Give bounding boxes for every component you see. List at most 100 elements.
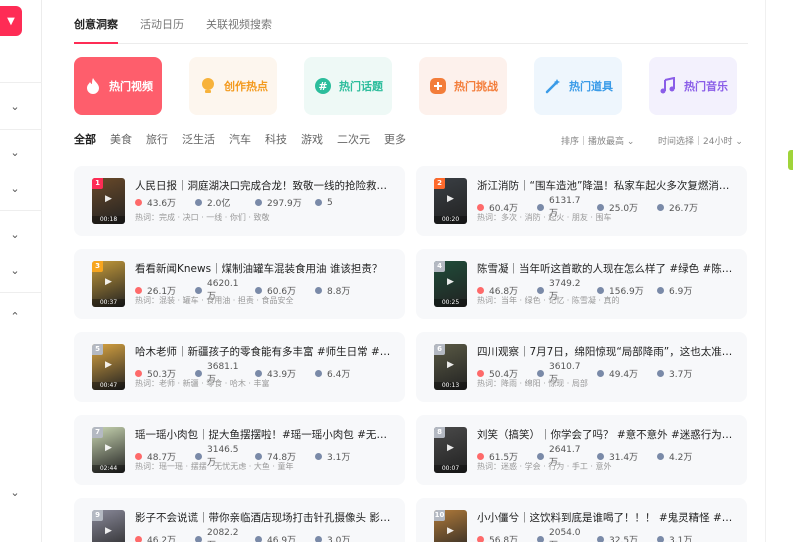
video-thumbnail[interactable]: 2 ▶ 00:20 <box>434 178 467 224</box>
chevron-down-icon[interactable]: ⌄ <box>8 486 22 500</box>
comment-icon <box>255 199 262 206</box>
video-card[interactable]: 4 ▶ 00:25 陈雪凝｜当年听这首歌的人现在怎么样了 #绿色 #陈雪凝 46.8万 3… <box>416 249 747 319</box>
tab-creative-insight[interactable]: 创意洞察 <box>74 0 118 44</box>
play-count-icon <box>195 453 202 460</box>
share-icon <box>315 370 322 377</box>
video-duration: 02:44 <box>92 465 125 473</box>
video-thumbnail[interactable]: 7 ▶ 02:44 <box>92 427 125 473</box>
filter-anime[interactable]: 二次元 <box>337 131 370 151</box>
video-thumbnail[interactable]: 3 ▶ 00:37 <box>92 261 125 307</box>
video-stats: 46.2万 2082.2万 46.9万 3.0万 <box>135 528 375 542</box>
video-card[interactable]: 5 ▶ 00:47 哈木老师｜新疆孩子的零食能有多丰富 #师生日常 #新疆 50.3万 3… <box>74 332 405 402</box>
video-card[interactable]: 2▶00:20浙江消防｜“围车造池”降温！私家车起火多次复燃消防员这样处置60.… <box>416 166 747 236</box>
video-title[interactable]: 浙江消防｜“围车造池”降温！私家车起火多次复燃消防员这样处置 <box>477 178 739 193</box>
share-count: 26.7万 <box>669 204 699 214</box>
sidebar-divider <box>0 129 42 130</box>
video-card[interactable]: 7 ▶ 02:44 瑶一瑶小肉包｜捉大鱼摆摆啦！#瑶一瑶小肉包 #无忧无虑 48.7万 3… <box>74 415 405 485</box>
chevron-down-icon[interactable]: ⌄ <box>8 228 22 242</box>
video-thumbnail[interactable]: 10 ▶ <box>434 510 467 542</box>
filter-more[interactable]: 更多 <box>384 131 406 151</box>
tab-related-video-search[interactable]: 关联视频搜索 <box>206 0 272 44</box>
play-icon: ▶ <box>105 277 112 287</box>
video-card[interactable]: 10 ▶ 小小僵兮｜这饮料到底是谁喝了！！！ #鬼灵精怪 #萌娃 56.8万 2054.… <box>416 498 747 542</box>
tab-activity-calendar[interactable]: 活动日历 <box>140 0 184 44</box>
like-count: 46.2万 <box>147 536 177 542</box>
sort-select[interactable]: 排序｜播放最高 ⌄ <box>561 134 634 147</box>
chevron-down-icon[interactable]: ⌄ <box>8 100 22 114</box>
category-hot-challenges[interactable]: 热门挑战 <box>419 57 507 115</box>
rank-badge: 2 <box>434 178 445 189</box>
video-title[interactable]: 陈雪凝｜当年听这首歌的人现在怎么样了 #绿色 #陈雪凝 <box>477 261 739 276</box>
video-title[interactable]: 刘笑（搞笑）｜你学会了吗？ #意不意外 #迷惑行为大赏 <box>477 427 739 442</box>
chevron-down-icon[interactable]: ⌄ <box>8 182 22 196</box>
category-hot-props[interactable]: 热门道具 <box>534 57 622 115</box>
time-label: 时间选择｜24小时 <box>658 137 733 147</box>
video-thumbnail[interactable]: 9 ▶ <box>92 510 125 542</box>
filter-all[interactable]: 全部 <box>74 131 96 151</box>
filter-travel[interactable]: 旅行 <box>146 131 168 151</box>
category-hot-topics[interactable]: # 热门话题 <box>304 57 392 115</box>
video-title[interactable]: 小小僵兮｜这饮料到底是谁喝了！！！ #鬼灵精怪 #萌娃 <box>477 510 739 525</box>
play-count-icon <box>537 287 544 294</box>
video-duration: 00:25 <box>434 299 467 307</box>
filter-auto[interactable]: 汽车 <box>229 131 251 151</box>
video-card[interactable]: 1 ▶ 00:18 人民日报｜洞庭湖决口完成合龙！致敬一线的抢险救援人员 43.6万 2.… <box>74 166 405 236</box>
music-note-icon <box>659 77 677 95</box>
chevron-down-icon[interactable]: ⌄ <box>8 146 22 160</box>
video-thumbnail[interactable]: 4 ▶ 00:25 <box>434 261 467 307</box>
video-title[interactable]: 人民日报｜洞庭湖决口完成合龙！致敬一线的抢险救援人员 <box>135 178 397 193</box>
right-edge-panel <box>765 0 793 542</box>
category-row: 热门视频 创作热点 # 热门话题 热门挑战 热门道具 热门音乐 <box>74 57 764 115</box>
expand-button[interactable]: ▼ <box>0 6 22 36</box>
video-title[interactable]: 看看新闻Knews｜煤制油罐车混装食用油 谁该担责？ <box>135 261 397 276</box>
share-count: 3.1万 <box>669 536 693 542</box>
main-panel: 创意洞察 活动日历 关联视频搜索 热门视频 创作热点 # 热门话题 热门挑战 热… <box>58 0 758 542</box>
play-count-icon <box>195 199 202 206</box>
hot-words: 热词：降雨 · 绵阳 · 惊现 · 局部 <box>477 379 588 388</box>
category-creative-hotspots[interactable]: 创作热点 <box>189 57 277 115</box>
like-icon <box>477 536 484 542</box>
like-icon <box>477 287 484 294</box>
filter-lifestyle[interactable]: 泛生活 <box>182 131 215 151</box>
share-count: 3.0万 <box>327 536 351 542</box>
video-card[interactable]: 6 ▶ 00:13 四川观察｜7月7日，绵阳惊现“局部降雨”，这也太准了吧 50.4万 3… <box>416 332 747 402</box>
video-card[interactable]: 3 ▶ 00:37 看看新闻Knews｜煤制油罐车混装食用油 谁该担责？ 26.1万 46… <box>74 249 405 319</box>
time-select[interactable]: 时间选择｜24小时 ⌄ <box>658 134 743 147</box>
video-thumbnail[interactable]: 1 ▶ 00:18 <box>92 178 125 224</box>
comment-icon <box>597 536 604 542</box>
side-float-tab[interactable] <box>788 150 793 170</box>
hot-words: 热词：迷惑 · 学会 · 行为 · 手工 · 意外 <box>477 462 612 471</box>
chevron-down-icon[interactable]: ⌄ <box>8 264 22 278</box>
rank-badge: 5 <box>92 344 103 355</box>
play-count-icon <box>195 536 202 542</box>
chevron-up-icon[interactable]: ⌃ <box>8 310 22 324</box>
play-icon: ▶ <box>105 360 112 370</box>
rank-badge: 8 <box>434 427 445 438</box>
like-icon <box>135 370 142 377</box>
category-hot-videos[interactable]: 热门视频 <box>74 57 162 115</box>
video-title[interactable]: 瑶一瑶小肉包｜捉大鱼摆摆啦！#瑶一瑶小肉包 #无忧无虑 <box>135 427 397 442</box>
magic-wand-icon <box>544 77 562 95</box>
comment-count: 49.4万 <box>609 370 639 380</box>
video-card[interactable]: 9▶ 影子不会说谎｜带你亲临酒店现场打击针孔摄像头 影子不会说谎 46.2万 2082… <box>74 498 405 542</box>
play-count-icon <box>537 370 544 377</box>
video-title[interactable]: 影子不会说谎｜带你亲临酒店现场打击针孔摄像头 影子不会说谎 <box>135 510 397 525</box>
sort-label: 排序｜播放最高 <box>561 137 625 147</box>
challenge-icon <box>429 77 447 95</box>
filter-games[interactable]: 游戏 <box>301 131 323 151</box>
category-label: 热门视频 <box>109 80 153 93</box>
sidebar-divider <box>0 210 42 211</box>
filter-tech[interactable]: 科技 <box>265 131 287 151</box>
category-hot-music[interactable]: 热门音乐 <box>649 57 737 115</box>
video-thumbnail[interactable]: 5 ▶ 00:47 <box>92 344 125 390</box>
video-thumbnail[interactable]: 6 ▶ 00:13 <box>434 344 467 390</box>
chevron-down-icon: ⌄ <box>626 137 635 147</box>
video-thumbnail[interactable]: 8 ▶ 00:07 <box>434 427 467 473</box>
filter-food[interactable]: 美食 <box>110 131 132 151</box>
video-title[interactable]: 四川观察｜7月7日，绵阳惊现“局部降雨”，这也太准了吧 <box>477 344 739 359</box>
play-count: 2082.2万 <box>207 528 239 542</box>
video-card[interactable]: 8 ▶ 00:07 刘笑（搞笑）｜你学会了吗？ #意不意外 #迷惑行为大赏 61.5万 2… <box>416 415 747 485</box>
video-duration: 00:47 <box>92 382 125 390</box>
hot-words: 热词：当年 · 绿色 · 记忆 · 陈雪凝 · 真的 <box>477 296 620 305</box>
video-title[interactable]: 哈木老师｜新疆孩子的零食能有多丰富 #师生日常 #新疆 <box>135 344 397 359</box>
